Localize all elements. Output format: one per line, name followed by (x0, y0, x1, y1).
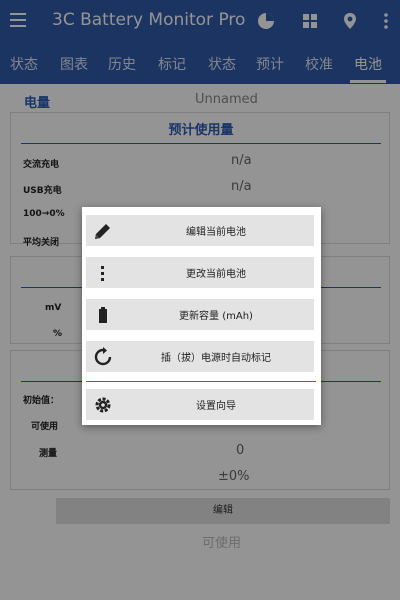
battery-icon (92, 304, 114, 326)
refresh-icon (92, 346, 114, 368)
battery-options-dialog: 编辑当前电池 更改当前电池 更新容量 (mAh) 插（拔）电源时自动标记 设置向… (82, 207, 321, 425)
edit-battery-label: 编辑当前电池 (186, 227, 246, 238)
gear-icon (92, 394, 114, 416)
setup-wizard-button[interactable]: 设置向导 (86, 389, 314, 420)
auto-mark-label: 插（拔）电源时自动标记 (161, 353, 271, 364)
setup-wizard-label: 设置向导 (196, 401, 236, 412)
change-battery-label: 更改当前电池 (186, 269, 246, 280)
auto-mark-button[interactable]: 插（拔）电源时自动标记 (86, 341, 314, 372)
dialog-divider (86, 381, 316, 382)
more-vert-icon (92, 262, 114, 284)
pencil-icon (92, 220, 114, 242)
update-capacity-label: 更新容量 (mAh) (179, 311, 253, 322)
update-capacity-button[interactable]: 更新容量 (mAh) (86, 299, 314, 330)
change-battery-button[interactable]: 更改当前电池 (86, 257, 314, 288)
edit-battery-button[interactable]: 编辑当前电池 (86, 215, 314, 246)
